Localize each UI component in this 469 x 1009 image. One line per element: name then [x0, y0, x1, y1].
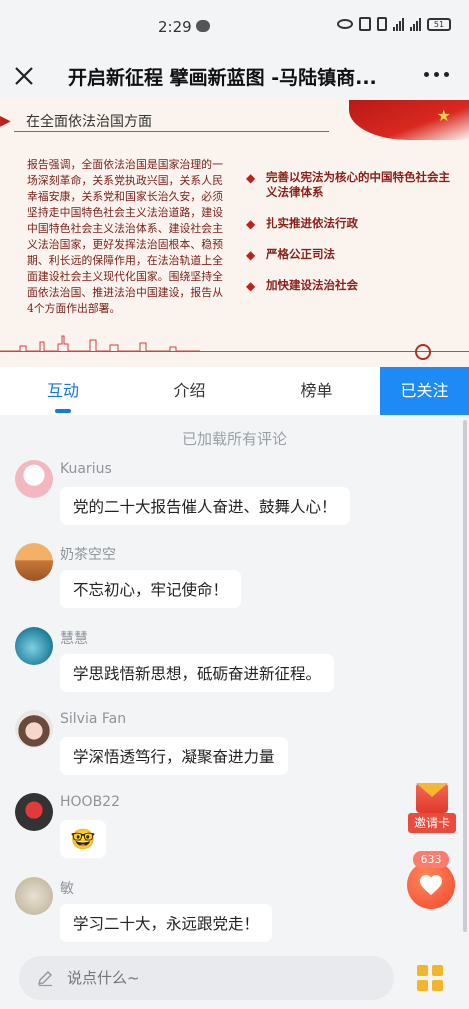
status-bar: 2:29 51 [0, 0, 469, 52]
comment-author: Silvia Fan [60, 711, 127, 727]
tab-intro[interactable]: 介绍 [126, 367, 253, 415]
avatar[interactable] [15, 543, 53, 581]
star-icon: ★ [436, 106, 451, 125]
pencil-icon [37, 970, 53, 987]
arrow-icon: ▶ [0, 113, 11, 129]
nfc-icon [359, 17, 371, 31]
tab-interaction[interactable]: 互动 [0, 367, 126, 415]
comment-input[interactable] [19, 956, 394, 1000]
follow-button[interactable]: 已关注 [380, 367, 469, 415]
heart-icon [420, 875, 442, 895]
comment-item: HOOB22 🤓 [0, 793, 469, 873]
banner-heading: 在全面依法治国方面 [26, 114, 152, 130]
divider [0, 351, 469, 352]
banner-paragraph: 报告强调，全面依法治国是国家治理的一场深刻革命，关系党执政兴国，关系人民幸福安康… [27, 158, 223, 315]
eye-icon [337, 19, 353, 29]
triangle-icon: ◆ [246, 248, 256, 262]
comment-item: 奶茶空空 不忘初心，牢记使命！ [0, 543, 469, 623]
comment-item: Silvia Fan 学深悟透笃行，凝聚奋进力量 [0, 710, 469, 790]
status-icons: 51 [337, 17, 451, 31]
input-bar [0, 945, 469, 1009]
skyline-decoration [0, 335, 200, 352]
scrollbar[interactable] [463, 420, 467, 932]
triangle-icon: ◆ [246, 217, 256, 231]
banner-point: ◆ 完善以宪法为核心的中国特色社会主义法律体系 [246, 170, 450, 199]
invite-card-button[interactable]: 邀请卡 [408, 783, 456, 837]
comment-text: 学深悟透笃行，凝聚奋进力量 [60, 737, 288, 775]
comment-item: 慧慧 学思践悟新思想，砥砺奋进新征程。 [0, 627, 469, 707]
invite-card-label: 邀请卡 [408, 813, 456, 833]
banner-point: ◆ 加快建设法治社会 [246, 278, 358, 293]
comment-author: 敏 [60, 881, 74, 897]
like-count: 633 [413, 851, 449, 868]
seal-icon [415, 344, 431, 360]
comment-text: 不忘初心，牢记使命！ [60, 570, 242, 608]
tab-ranking[interactable]: 榜单 [253, 367, 380, 415]
banner-points: ◆ 完善以宪法为核心的中国特色社会主义法律体系 ◆ 扎实推进依法行政 ◆ 严格公正司法… [246, 170, 456, 309]
tab-indicator [55, 409, 71, 413]
live-banner: ★ ▶ 在全面依法治国方面 报告强调，全面依法治国是国家治理的一场深刻革命，关系… [0, 100, 469, 367]
comment-author: 慧慧 [60, 631, 88, 647]
comment-author: Kuarius [60, 461, 112, 477]
avatar[interactable] [15, 460, 53, 498]
avatar[interactable] [15, 877, 53, 915]
status-time: 2:29 [158, 18, 192, 36]
like-button[interactable] [407, 861, 455, 909]
tab-bar: 互动 介绍 榜单 已关注 [0, 367, 469, 415]
divider [14, 131, 329, 132]
signal-icon-2 [410, 17, 421, 31]
page-title: 开启新征程 擘画新蓝图 -马陆镇商... [68, 67, 377, 89]
avatar[interactable] [15, 627, 53, 665]
comment-text: 学习二十大，永远跟党走！ [60, 904, 273, 942]
comment-item: Kuarius 党的二十大报告催人奋进、鼓舞人心！ [0, 460, 469, 540]
apps-grid-icon[interactable] [417, 965, 443, 991]
avatar[interactable] [15, 793, 53, 831]
banner-point: ◆ 严格公正司法 [246, 247, 335, 262]
title-bar: 开启新征程 擘画新蓝图 -马陆镇商... [0, 52, 469, 100]
flag-decoration [349, 100, 469, 140]
comment-author: 奶茶空空 [60, 547, 116, 563]
signal-icon [393, 17, 404, 31]
more-icon[interactable] [424, 72, 449, 77]
comment-text: 党的二十大报告催人奋进、鼓舞人心！ [60, 487, 350, 525]
triangle-icon: ◆ [246, 279, 256, 293]
triangle-icon: ◆ [246, 171, 256, 185]
message-icon [196, 20, 210, 32]
loaded-all-label: 已加载所有评论 [181, 430, 287, 448]
comment-text: 学思践悟新思想，砥砺奋进新征程。 [60, 654, 335, 692]
battery-icon: 51 [427, 17, 451, 31]
avatar[interactable] [15, 710, 53, 748]
comment-author: HOOB22 [60, 794, 120, 810]
comment-emoji: 🤓 [60, 820, 106, 858]
vibrate-icon [377, 17, 387, 31]
close-icon[interactable] [12, 64, 36, 88]
banner-point: ◆ 扎实推进依法行政 [246, 216, 358, 231]
